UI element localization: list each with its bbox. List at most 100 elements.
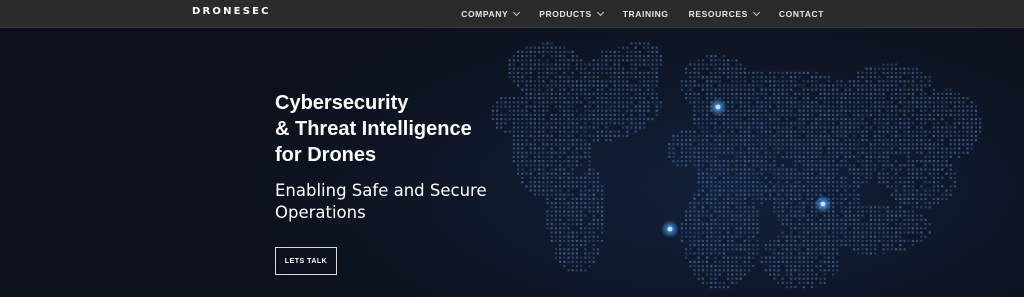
map-dot xyxy=(735,197,738,200)
map-dot xyxy=(517,160,520,163)
map-dot xyxy=(592,109,595,112)
map-dot xyxy=(731,277,734,280)
lets-talk-button[interactable]: LETS TALK xyxy=(275,247,337,275)
map-dot xyxy=(605,126,608,129)
map-dot xyxy=(836,168,839,171)
map-dot xyxy=(886,231,889,234)
map-dot xyxy=(903,67,906,70)
map-dot xyxy=(874,122,877,125)
map-dot xyxy=(907,231,910,234)
map-dot xyxy=(554,206,557,209)
nav-item-company[interactable]: COMPANY xyxy=(461,8,521,19)
map-dot xyxy=(563,172,566,175)
map-dot xyxy=(550,164,553,167)
map-dot xyxy=(857,71,860,74)
map-dot xyxy=(895,160,898,163)
map-dot xyxy=(559,176,562,179)
map-dot xyxy=(689,71,692,74)
map-dot xyxy=(949,139,952,142)
map-dot xyxy=(517,134,520,137)
map-dot xyxy=(949,189,952,192)
nav-item-products[interactable]: PRODUCTS xyxy=(539,8,604,19)
map-dot xyxy=(764,134,767,137)
map-dot xyxy=(886,147,889,150)
map-dot xyxy=(907,92,910,95)
nav-item-training[interactable]: TRAINING xyxy=(623,9,669,19)
map-dot xyxy=(886,151,889,154)
map-dot xyxy=(571,97,574,100)
map-dot xyxy=(832,260,835,263)
map-dot xyxy=(916,223,919,226)
map-dot xyxy=(911,76,914,79)
map-dot xyxy=(580,155,583,158)
map-dot xyxy=(903,92,906,95)
hero-section: Cybersecurity & Threat Intelligence for … xyxy=(0,28,1024,297)
map-dot xyxy=(756,155,759,158)
map-dot xyxy=(538,130,541,133)
map-dot xyxy=(542,55,545,58)
map-dot xyxy=(853,147,856,150)
map-dot xyxy=(706,151,709,154)
map-dot xyxy=(512,130,515,133)
map-dot xyxy=(958,130,961,133)
map-dot xyxy=(559,151,562,154)
map-dot xyxy=(580,67,583,70)
map-dot xyxy=(491,105,494,108)
map-dot xyxy=(496,105,499,108)
map-dot xyxy=(601,210,604,213)
map-dot xyxy=(735,59,738,62)
map-dot xyxy=(718,164,721,167)
map-dot xyxy=(647,46,650,49)
map-dot xyxy=(714,76,717,79)
map-dot xyxy=(571,248,574,251)
nav-item-resources[interactable]: RESOURCES xyxy=(689,8,760,19)
map-dot xyxy=(575,130,578,133)
map-dot xyxy=(680,147,683,150)
map-dot xyxy=(630,109,633,112)
map-dot xyxy=(575,248,578,251)
map-dot xyxy=(781,185,784,188)
map-dot xyxy=(907,168,910,171)
map-dot xyxy=(769,248,772,251)
map-dot xyxy=(559,80,562,83)
map-dot xyxy=(857,181,860,184)
dronesec-logo[interactable]: DRONESEC xyxy=(192,6,271,17)
map-dot xyxy=(811,139,814,142)
map-dot xyxy=(790,223,793,226)
map-dot xyxy=(953,92,956,95)
map-dot xyxy=(596,181,599,184)
map-dot xyxy=(903,218,906,221)
map-dot xyxy=(848,101,851,104)
map-dot xyxy=(739,218,742,221)
map-dot xyxy=(802,147,805,150)
map-dot xyxy=(853,139,856,142)
map-dot xyxy=(584,134,587,137)
map-dot xyxy=(554,126,557,129)
map-dot xyxy=(571,168,574,171)
map-dot xyxy=(500,105,503,108)
map-dot xyxy=(840,185,843,188)
map-dot xyxy=(613,55,616,58)
map-dot xyxy=(895,88,898,91)
map-dot xyxy=(760,101,763,104)
map-dot xyxy=(525,71,528,74)
map-dot xyxy=(718,143,721,146)
nav-item-contact[interactable]: CONTACT xyxy=(779,9,824,19)
map-dot xyxy=(966,147,969,150)
map-dot xyxy=(937,122,940,125)
map-dot xyxy=(962,105,965,108)
map-dot xyxy=(550,118,553,121)
map-dot xyxy=(508,105,511,108)
map-dot xyxy=(899,202,902,205)
map-dot xyxy=(756,118,759,121)
main-nav: COMPANY PRODUCTS TRAINING RESOURCES CONT… xyxy=(441,0,824,27)
map-dot xyxy=(517,97,520,100)
map-dot xyxy=(848,84,851,87)
map-dot xyxy=(878,80,881,83)
map-dot xyxy=(542,151,545,154)
map-dot xyxy=(638,126,641,129)
map-dot xyxy=(878,109,881,112)
map-dot xyxy=(655,67,658,70)
map-dot xyxy=(769,244,772,247)
map-dot xyxy=(806,130,809,133)
